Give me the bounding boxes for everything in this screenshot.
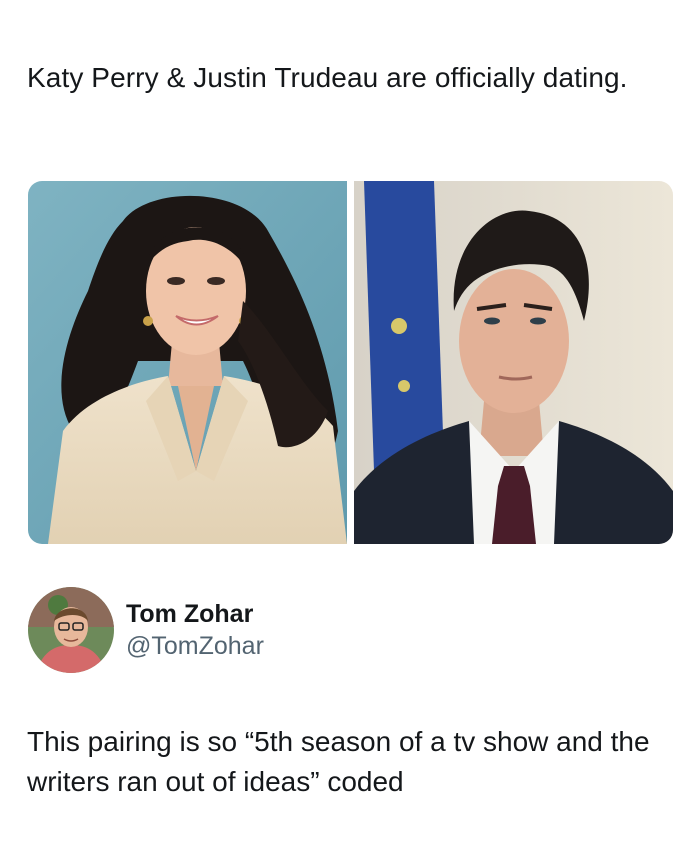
portrait-woman-image xyxy=(28,181,347,544)
portrait-man-image xyxy=(354,181,673,544)
display-name[interactable]: Tom Zohar xyxy=(126,598,264,630)
media-grid[interactable] xyxy=(28,181,673,544)
post-text: Katy Perry & Justin Trudeau are official… xyxy=(27,62,628,93)
reply-text: This pairing is so “5th season of a tv s… xyxy=(27,726,650,797)
media-image-right[interactable] xyxy=(354,181,673,544)
user-handle[interactable]: @TomZohar xyxy=(126,630,264,662)
avatar[interactable] xyxy=(28,587,114,673)
reply-author[interactable]: Tom Zohar @TomZohar xyxy=(28,587,264,673)
media-image-left[interactable] xyxy=(28,181,347,544)
